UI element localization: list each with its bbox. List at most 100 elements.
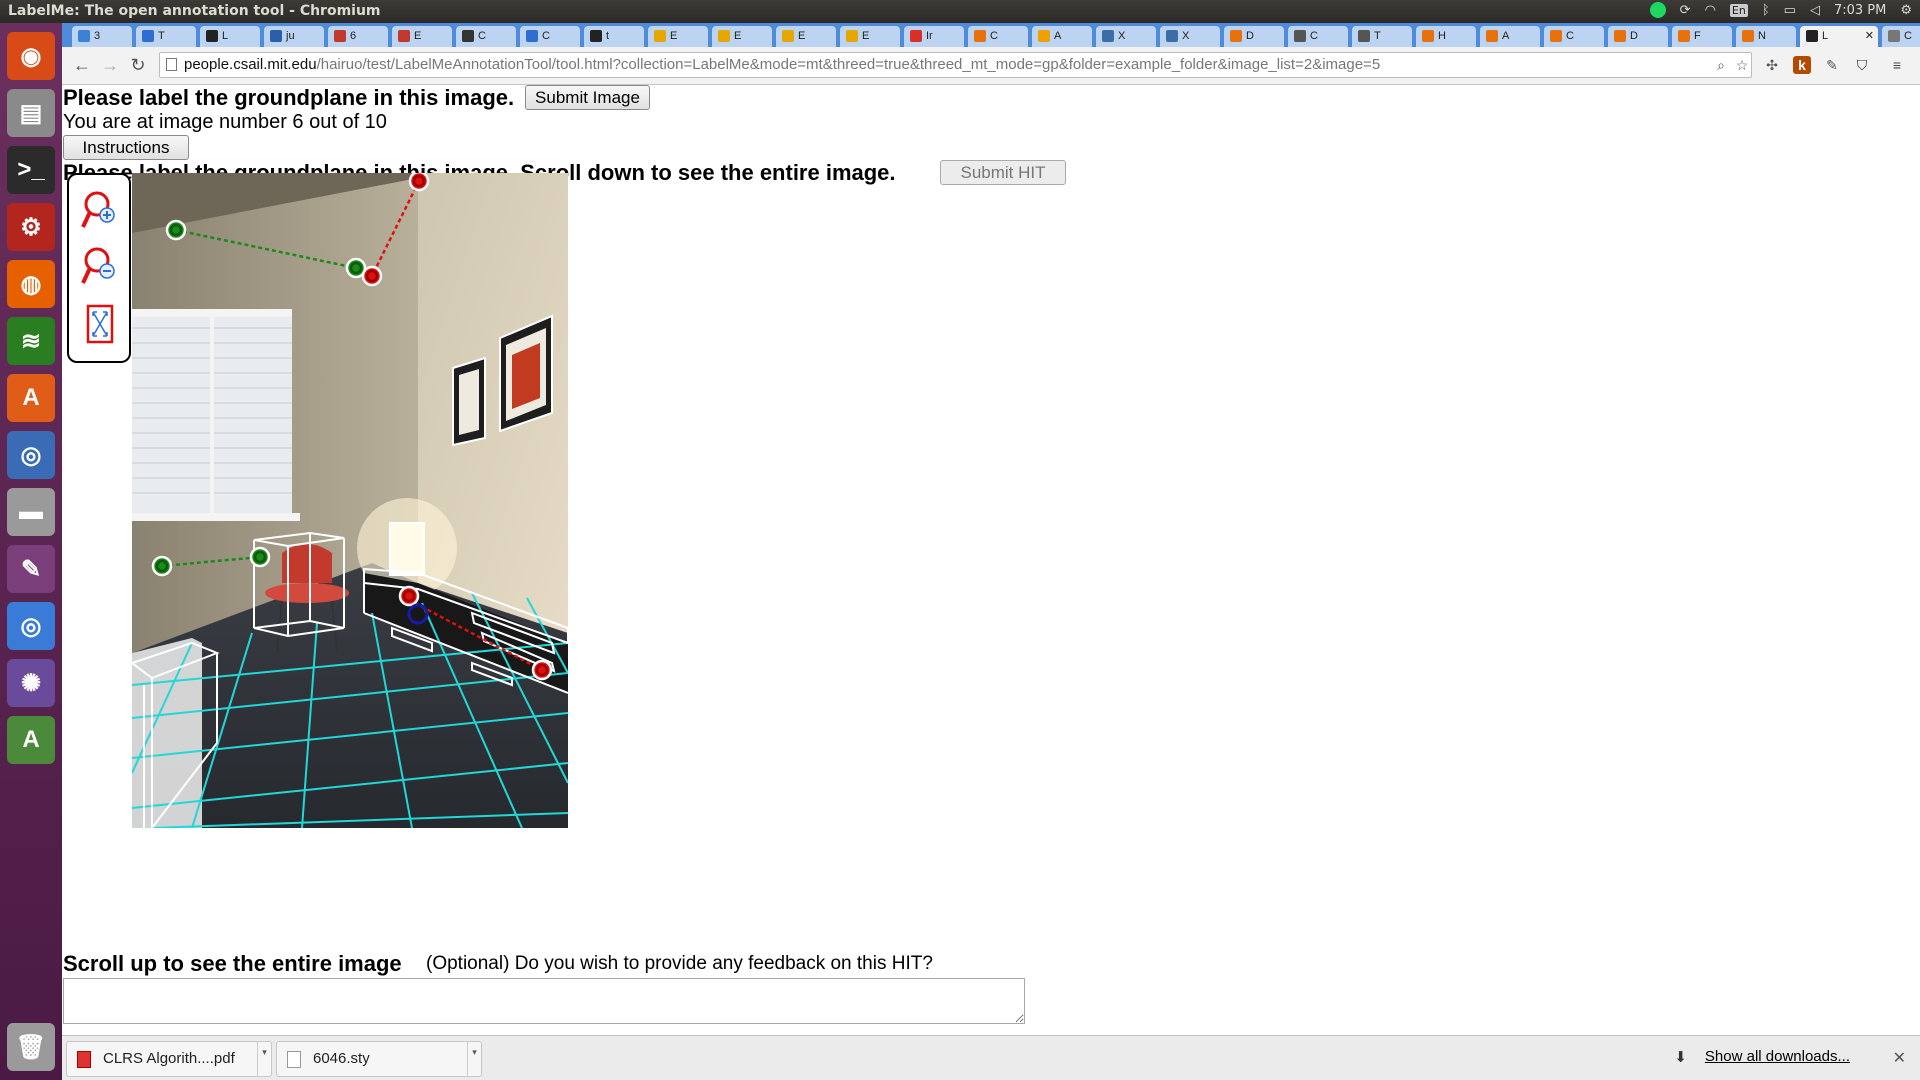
browser-tab[interactable]: T xyxy=(1352,26,1412,47)
update-manager-icon[interactable]: A xyxy=(7,716,55,764)
unity-launcher: ◉ ▤ >_ ⚙ ◍ ≋ A ◎ ▬ ✎ ◎ ✺ A 🗑 xyxy=(0,23,62,1080)
browser-tab[interactable]: F xyxy=(1672,26,1732,47)
browser-tab[interactable]: H xyxy=(1416,26,1476,47)
extension-icon[interactable]: ✣ xyxy=(1763,56,1781,74)
browser-tab[interactable]: D xyxy=(1224,26,1284,47)
browser-toolbar: ← → ↻ people.csail.mit.edu/hairuo/test/L… xyxy=(62,47,1920,85)
ubuntu-dash-icon[interactable]: ◉ xyxy=(7,32,55,80)
sync-icon[interactable]: ⟳ xyxy=(1680,3,1691,18)
browser-tab[interactable]: E xyxy=(776,26,836,47)
tab-label: D xyxy=(1246,30,1254,42)
back-button[interactable]: ← xyxy=(70,53,94,77)
browser-tab[interactable]: C xyxy=(520,26,580,47)
browser-tab[interactable]: Ir xyxy=(904,26,964,47)
browser-tab[interactable]: E xyxy=(392,26,452,47)
extension-pencil-icon[interactable]: ✎ xyxy=(1823,56,1841,74)
download-item[interactable]: 6046.sty ▾ xyxy=(276,1041,482,1077)
keyboard-layout-indicator[interactable]: En xyxy=(1729,3,1748,17)
download-item[interactable]: CLRS Algorith....pdf ▾ xyxy=(66,1041,272,1077)
browser-tab[interactable]: N xyxy=(1736,26,1796,47)
close-shelf-icon[interactable]: ✕ xyxy=(1893,1048,1906,1068)
tab-label: F xyxy=(1694,30,1701,42)
scroll-up-text: Scroll up to see the entire image xyxy=(63,951,402,976)
reload-button[interactable]: ↻ xyxy=(126,53,150,77)
download-menu-caret-icon[interactable]: ▾ xyxy=(257,1042,271,1076)
browser-tab[interactable]: 6 xyxy=(328,26,388,47)
instructions-button[interactable]: Instructions xyxy=(63,135,189,160)
system-settings-icon[interactable]: ⚙ xyxy=(7,203,55,251)
show-all-downloads-link[interactable]: Show all downloads... xyxy=(1705,1048,1850,1065)
tab-label: L xyxy=(1822,30,1829,42)
bookmark-star-icon[interactable]: ☆ xyxy=(1733,56,1751,74)
software-center-icon[interactable]: A xyxy=(7,374,55,422)
tab-favicon-icon xyxy=(846,30,858,43)
tab-favicon-icon xyxy=(1806,30,1818,43)
bluetooth-icon[interactable]: ᛒ xyxy=(1762,3,1770,18)
tab-label: C xyxy=(542,30,550,42)
trash-icon[interactable]: 🗑 xyxy=(7,1023,55,1071)
download-menu-caret-icon[interactable]: ▾ xyxy=(467,1042,481,1076)
tab-label: E xyxy=(414,30,422,42)
tab-favicon-icon xyxy=(590,30,602,43)
tab-label: E xyxy=(670,30,678,42)
tab-label: t xyxy=(606,30,610,42)
forward-button[interactable]: → xyxy=(98,53,122,77)
download-filename: CLRS Algorith....pdf xyxy=(103,1050,235,1067)
browser-tab[interactable]: E xyxy=(712,26,772,47)
wifi-icon[interactable]: ◠ xyxy=(1705,3,1716,18)
browser-tab[interactable]: t xyxy=(584,26,644,47)
terminal-icon[interactable]: >_ xyxy=(7,146,55,194)
clock[interactable]: 7:03 PM xyxy=(1834,3,1886,18)
browser-tab[interactable]: ju xyxy=(264,26,324,47)
submit-image-button[interactable]: Submit Image xyxy=(525,85,650,110)
browser-tab[interactable]: C xyxy=(1544,26,1604,47)
browser-tab[interactable]: E xyxy=(648,26,708,47)
zoom-in-icon[interactable] xyxy=(81,189,119,231)
feedback-textarea[interactable] xyxy=(63,978,1025,1024)
firefox-icon[interactable]: ◍ xyxy=(7,260,55,308)
tab-favicon-icon xyxy=(206,30,218,43)
browser-tab[interactable]: T xyxy=(136,26,196,47)
tab-favicon-icon xyxy=(974,30,986,43)
browser-tab[interactable]: C xyxy=(968,26,1028,47)
tab-favicon-icon xyxy=(1230,30,1242,43)
browser-tab[interactable]: C xyxy=(1882,26,1920,47)
spotify-tray-icon[interactable] xyxy=(1649,2,1666,18)
submit-hit-button[interactable]: Submit HIT xyxy=(940,160,1066,185)
battery-icon[interactable]: ▭ xyxy=(1784,3,1796,18)
extension-k-icon[interactable]: k xyxy=(1793,56,1811,74)
browser-tab[interactable]: C xyxy=(456,26,516,47)
spotify-icon[interactable]: ≋ xyxy=(7,317,55,365)
tab-close-icon[interactable]: ✕ xyxy=(1865,26,1874,46)
tab-favicon-icon xyxy=(1486,30,1498,43)
tab-favicon-icon xyxy=(270,30,282,43)
app-icon[interactable]: ◎ xyxy=(7,431,55,479)
browser-tab[interactable]: E xyxy=(840,26,900,47)
chromium-icon[interactable]: ◎ xyxy=(7,602,55,650)
fit-to-screen-icon[interactable] xyxy=(81,303,119,345)
address-bar[interactable]: people.csail.mit.edu/hairuo/test/LabelMe… xyxy=(159,52,1752,78)
zoom-icon[interactable]: ⌕ xyxy=(1712,56,1730,74)
browser-tab[interactable]: A xyxy=(1032,26,1092,47)
shotwell-icon[interactable]: ✺ xyxy=(7,659,55,707)
disk-icon[interactable]: ▬ xyxy=(7,488,55,536)
annotation-canvas[interactable] xyxy=(132,173,568,828)
browser-tab[interactable]: D xyxy=(1608,26,1668,47)
tab-favicon-icon xyxy=(462,30,474,43)
browser-tab[interactable]: X xyxy=(1096,26,1156,47)
tab-favicon-icon xyxy=(78,30,90,43)
zoom-out-icon[interactable] xyxy=(81,245,119,287)
files-icon[interactable]: ▤ xyxy=(7,89,55,137)
browser-tab[interactable]: 3 xyxy=(72,26,132,47)
browser-tab[interactable]: C xyxy=(1288,26,1348,47)
browser-tab[interactable]: L xyxy=(200,26,260,47)
chrome-menu-icon[interactable]: ≡ xyxy=(1888,56,1906,74)
pocket-icon[interactable]: ⛉ xyxy=(1853,56,1871,74)
browser-tab[interactable]: L ✕ xyxy=(1800,26,1878,47)
browser-tab[interactable]: X xyxy=(1160,26,1220,47)
volume-icon[interactable]: ◁ xyxy=(1810,3,1820,18)
tab-label: E xyxy=(734,30,742,42)
settings-gear-icon[interactable]: ⚙ xyxy=(1900,3,1912,18)
browser-tab[interactable]: A xyxy=(1480,26,1540,47)
texmaker-icon[interactable]: ✎ xyxy=(7,545,55,593)
